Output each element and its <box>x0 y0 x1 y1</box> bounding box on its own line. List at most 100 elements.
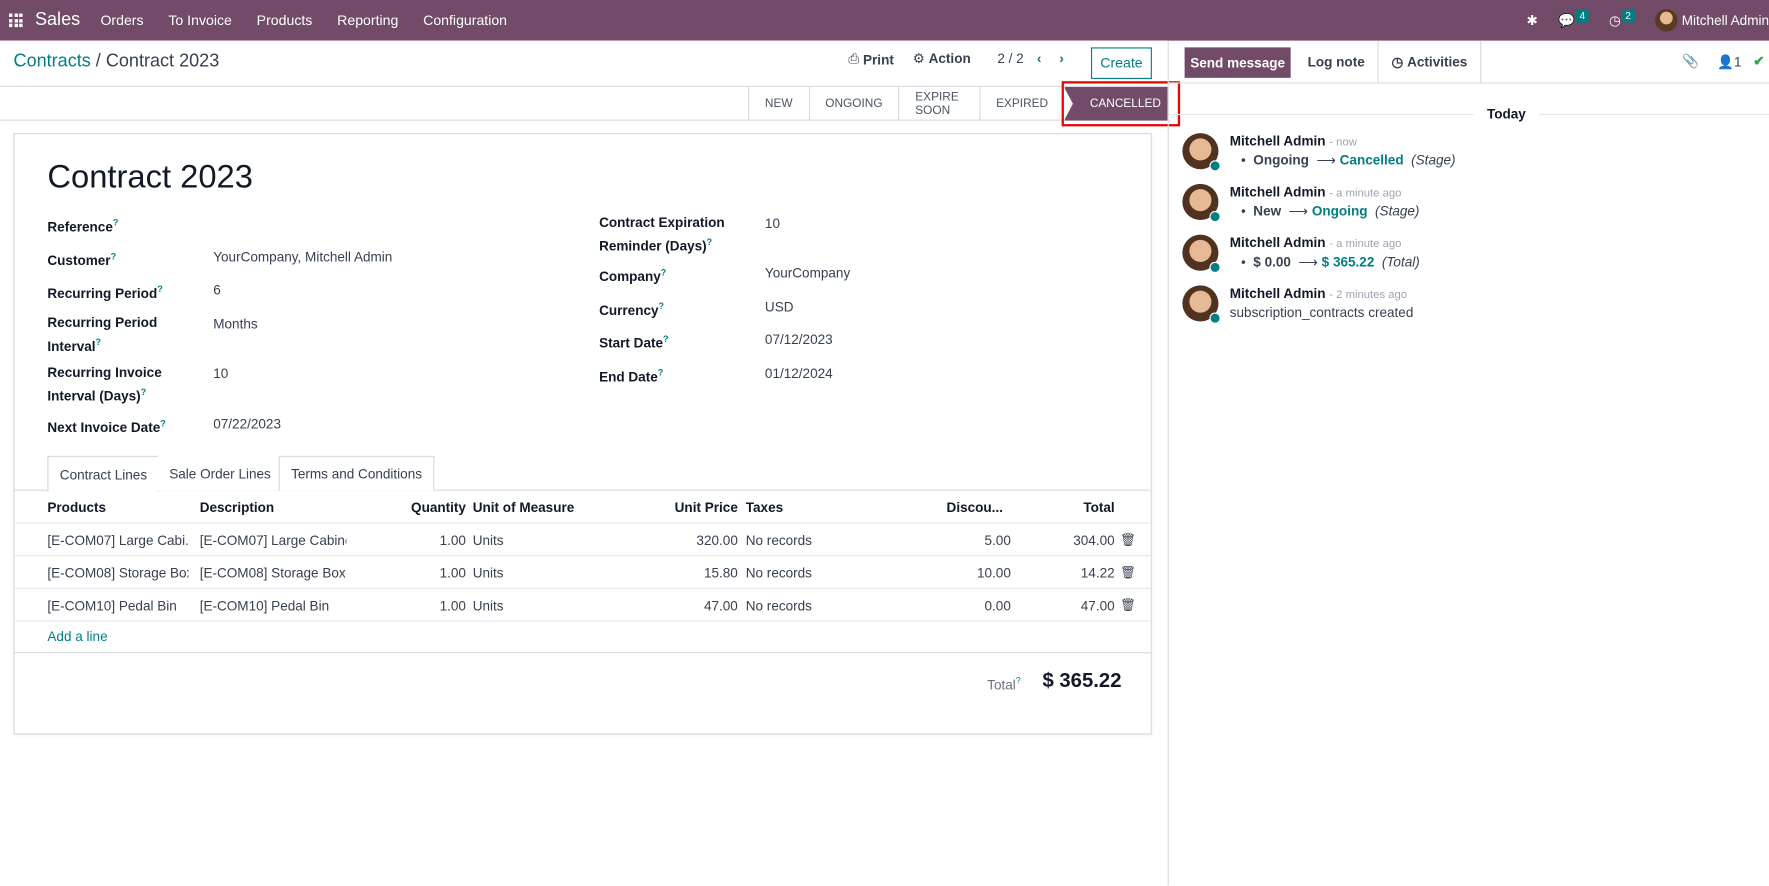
col-uom[interactable]: Unit of Measure <box>473 500 575 516</box>
form-sheet: Contract 2023 Reference? Customer? YourC… <box>13 133 1152 735</box>
form-panel: Contracts / Contract 2023 ⎙ Print ⚙ Acti… <box>0 40 1181 886</box>
expiration-reminder-field[interactable]: 10 <box>765 215 780 231</box>
cell: 1.00 <box>439 532 466 549</box>
gear-icon: ⚙ <box>912 50 929 67</box>
col-taxes[interactable]: Taxes <box>746 500 783 516</box>
timestamp: - 2 minutes ago <box>1329 288 1408 302</box>
table-row[interactable]: [E-COM10] Pedal Bin [E-COM10] Pedal Bin 1.… <box>14 589 1151 622</box>
menu-to-invoice[interactable]: To Invoice <box>168 12 231 28</box>
chatter-topbar: Send message Log note ◷ Activities 📎 👤1 … <box>1168 40 1769 84</box>
author[interactable]: Mitchell Admin <box>1230 285 1326 301</box>
create-button[interactable]: Create <box>1090 47 1152 79</box>
menu-products[interactable]: Products <box>257 12 313 28</box>
user-name: Mitchell Admin <box>1681 12 1769 29</box>
tracking-value: • $ 0.00 ⟶ $ 365.22 (Total) <box>1241 253 1420 270</box>
debug-bug-icon[interactable]: ✱ <box>1527 12 1538 28</box>
trash-icon[interactable]: 🗑 <box>1120 598 1136 613</box>
cell: 0.00 <box>984 597 1011 614</box>
cell: [E-COM10] Pedal Bin <box>199 597 330 614</box>
attachment-paperclip-icon[interactable]: 📎 <box>1682 53 1699 69</box>
cell: Units <box>472 532 504 549</box>
messages-badge: 4 <box>1576 9 1589 23</box>
avatar <box>1182 234 1221 274</box>
clock-icon: ◷ <box>1608 12 1621 29</box>
user-menu[interactable]: Mitchell Admin <box>1654 9 1769 32</box>
person-icon: 👤 <box>1717 54 1734 70</box>
cell: No records <box>745 597 812 614</box>
trash-icon[interactable]: 🗑 <box>1120 533 1136 548</box>
pager-prev-icon[interactable]: ‹ <box>1037 51 1042 67</box>
recurring-period-field[interactable]: 6 <box>213 282 221 298</box>
apps-menu-icon[interactable] <box>9 13 23 28</box>
app-name[interactable]: Sales <box>35 10 80 30</box>
col-description[interactable]: Description <box>200 500 274 516</box>
cell: 320.00 <box>696 532 738 549</box>
recurring-interval-field[interactable]: Months <box>213 316 257 332</box>
message-body: subscription_contracts created <box>1229 304 1414 321</box>
cell: 5.00 <box>984 532 1011 549</box>
field-label: Recurring Invoice Interval (Days)? <box>47 364 162 404</box>
author[interactable]: Mitchell Admin <box>1230 235 1326 251</box>
invoice-interval-field[interactable]: 10 <box>213 366 228 382</box>
cell: [E-COM07] Large Cabinet <box>199 532 347 549</box>
currency-field[interactable]: USD <box>765 299 794 315</box>
new-value: Ongoing <box>1311 203 1368 219</box>
old-value: $ 0.00 <box>1253 253 1291 270</box>
following-check-icon[interactable]: ✔ <box>1753 53 1764 69</box>
cell: [E-COM08] Storage Box <box>199 565 346 582</box>
stage-expire-soon[interactable]: EXPIRE SOON <box>898 86 979 121</box>
messages-button[interactable]: 💬 4 <box>1558 9 1589 29</box>
action-label: Action <box>928 50 971 67</box>
breadcrumb-contracts[interactable]: Contracts <box>14 52 91 71</box>
add-line-link[interactable]: Add a line <box>47 628 107 644</box>
col-quantity[interactable]: Quantity <box>353 500 466 516</box>
cell: 47.00 <box>703 597 738 614</box>
stage-ongoing[interactable]: ONGOING <box>808 86 898 121</box>
activities-label: Activities <box>1407 54 1468 70</box>
tracking-value: • New ⟶ Ongoing (Stage) <box>1241 203 1420 219</box>
chat-icon: 💬 <box>1558 12 1576 29</box>
tab-sale-order-lines[interactable]: Sale Order Lines <box>157 455 283 491</box>
col-total[interactable]: Total <box>1030 500 1114 516</box>
customer-field[interactable]: YourCompany, Mitchell Admin <box>213 249 392 265</box>
cell: 14.22 <box>1080 565 1115 582</box>
cell: No records <box>745 532 812 549</box>
pager-next-icon[interactable]: › <box>1059 51 1064 67</box>
field-label: Reference? <box>47 217 119 235</box>
end-date-field[interactable]: 01/12/2024 <box>765 366 833 382</box>
log-note-button[interactable]: Log note <box>1308 54 1365 70</box>
cell: Units <box>472 565 504 582</box>
menu-orders[interactable]: Orders <box>100 12 143 28</box>
cell: [E-COM10] Pedal Bin <box>47 597 177 614</box>
col-discount[interactable]: Discou... <box>917 500 1003 516</box>
cell: 1.00 <box>439 565 466 582</box>
cell: 10.00 <box>976 565 1011 582</box>
activities-button[interactable]: ◷ 2 <box>1608 9 1635 29</box>
next-invoice-date-field[interactable]: 07/22/2023 <box>213 416 281 432</box>
menu-reporting[interactable]: Reporting <box>337 12 398 28</box>
table-header: Products Description Quantity Unit of Me… <box>14 491 1151 524</box>
breadcrumb: Contracts / Contract 2023 <box>13 51 220 72</box>
send-message-button[interactable]: Send message <box>1184 47 1291 78</box>
print-button[interactable]: ⎙ Print <box>848 51 893 68</box>
tab-terms-and-conditions[interactable]: Terms and Conditions <box>278 455 435 491</box>
table-row[interactable]: [E-COM08] Storage Box [E-COM08] Storage B… <box>14 556 1151 589</box>
field-label: Recurring Period? <box>47 284 163 302</box>
menu-configuration[interactable]: Configuration <box>423 12 507 28</box>
new-value: $ 365.22 <box>1321 253 1375 270</box>
author[interactable]: Mitchell Admin <box>1230 133 1326 149</box>
activities-button[interactable]: ◷ Activities <box>1377 40 1482 84</box>
action-button[interactable]: ⚙ Action <box>913 51 971 67</box>
col-products[interactable]: Products <box>47 500 106 516</box>
col-unit-price[interactable]: Unit Price <box>624 500 738 516</box>
trash-icon[interactable]: 🗑 <box>1120 565 1136 580</box>
table-row[interactable]: [E-COM07] Large Cabi... [E-COM07] Large C… <box>14 523 1151 557</box>
tab-contract-lines[interactable]: Contract Lines <box>47 455 160 492</box>
followers-button[interactable]: 👤1 <box>1717 54 1741 70</box>
pager-value[interactable]: 2 / 2 <box>997 51 1023 67</box>
stage-expired[interactable]: EXPIRED <box>979 86 1064 121</box>
company-field[interactable]: YourCompany <box>765 265 850 281</box>
start-date-field[interactable]: 07/12/2023 <box>765 332 833 348</box>
author[interactable]: Mitchell Admin <box>1230 184 1326 200</box>
stage-new[interactable]: NEW <box>747 86 808 121</box>
